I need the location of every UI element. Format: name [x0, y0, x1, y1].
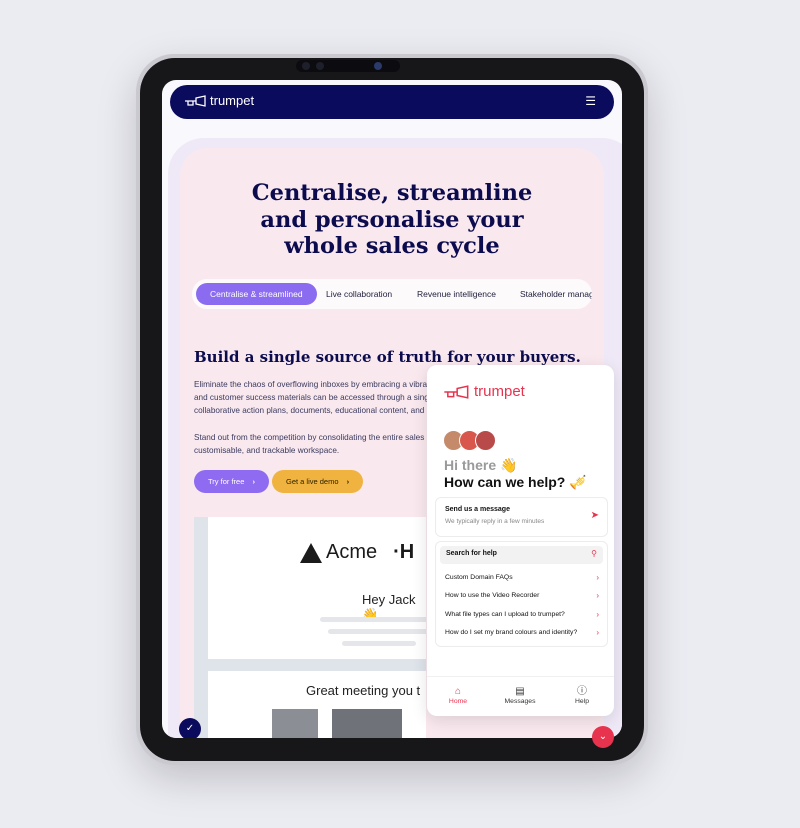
footer-label: Messages	[504, 698, 536, 705]
placeholder-line	[328, 629, 426, 634]
title-line: Centralise, streamline	[251, 180, 533, 206]
widget-footer-nav: ⌂ Home ▤ Messages ⓘ Help	[427, 676, 614, 716]
privacy-shield-icon[interactable]: ✓	[179, 718, 201, 738]
faq-item[interactable]: Custom Domain FAQs ›	[445, 573, 605, 582]
tab-revenue-intelligence[interactable]: Revenue intelligence	[417, 283, 496, 305]
footer-label: Home	[448, 698, 468, 705]
help-icon: ⓘ	[577, 686, 587, 697]
chevron-right-icon: ›	[596, 591, 599, 600]
faq-item[interactable]: How do I set my brand colours and identi…	[445, 628, 605, 637]
widget-question: How can we help? 🎺	[444, 474, 587, 490]
mockup-card: Acme ·H Hey Jack 👋	[208, 517, 426, 659]
trumpet-icon	[185, 94, 206, 107]
tab-live-collaboration[interactable]: Live collaboration	[326, 283, 392, 305]
section-paragraph: Eliminate the chaos of overflowing inbox…	[194, 378, 434, 417]
messages-icon: ▤	[515, 686, 525, 697]
placeholder-line	[342, 641, 416, 646]
feature-tabs: Centralise & streamlined Live collaborat…	[192, 279, 592, 309]
partner-logo-icon: ·H	[393, 541, 415, 563]
message-card-subtitle: We typically reply in a few minutes	[445, 518, 545, 525]
faq-label: What file types can I upload to trumpet?	[445, 611, 565, 618]
support-widget: trumpet Hi there 👋 How can we help? 🎺 Se…	[427, 365, 614, 716]
message-card-title: Send us a message	[445, 506, 510, 513]
tab-stakeholder[interactable]: Stakeholder manag	[520, 283, 592, 305]
live-demo-button[interactable]: Get a live demo ›	[272, 470, 364, 493]
chevron-right-icon: ›	[252, 477, 256, 486]
chevron-right-icon: ›	[596, 628, 599, 637]
chevron-right-icon: ›	[596, 610, 599, 619]
widget-greeting: Hi there 👋	[444, 457, 518, 473]
paragraph-line: and customer success materials can be ac…	[194, 393, 429, 402]
try-for-free-button[interactable]: Try for free ›	[194, 470, 269, 493]
sensor-icon	[302, 62, 310, 70]
help-search-card: Search for help ⚲ Custom Domain FAQs › Ho…	[435, 541, 608, 647]
acme-name: Acme	[326, 541, 378, 563]
page-title: Centralise, streamline and personalise y…	[202, 180, 582, 260]
title-line: whole sales cycle	[284, 233, 500, 259]
paragraph-line: Eliminate the chaos of overflowing inbox…	[194, 380, 428, 389]
home-icon: ⌂	[454, 686, 462, 697]
camera-bar	[296, 60, 400, 72]
send-icon: ➤	[590, 510, 599, 521]
faq-item[interactable]: What file types can I upload to trumpet?…	[445, 610, 605, 619]
tab-centralise[interactable]: Centralise & streamlined	[196, 283, 317, 305]
sensor-icon	[374, 62, 382, 70]
section-paragraph: Stand out from the competition by consol…	[194, 431, 434, 457]
paragraph-line: collaborative action plans, documents, e…	[194, 406, 425, 415]
footer-tab-home[interactable]: ⌂ Home	[428, 685, 488, 705]
faq-label: How do I set my brand colours and identi…	[445, 629, 578, 636]
top-navbar: trumpet ☰	[170, 85, 614, 119]
video-thumbnail	[332, 709, 402, 738]
avatar	[475, 430, 496, 451]
button-label: Get a live demo	[286, 477, 339, 486]
video-thumbnail	[272, 709, 318, 738]
product-mockup: Acme ·H Hey Jack 👋 Great meeting you t	[194, 517, 426, 738]
hamburger-icon[interactable]: ☰	[585, 94, 596, 108]
title-line: and personalise your	[260, 206, 524, 233]
acme-logo: Acme ·H	[300, 541, 414, 564]
footer-tab-messages[interactable]: ▤ Messages	[490, 685, 550, 705]
brand-logo[interactable]: trumpet	[184, 93, 254, 108]
section-title: Build a single source of truth for your …	[194, 348, 581, 366]
widget-brand-logo: trumpet	[443, 383, 525, 400]
paragraph-line: customisable, and trackable workspace.	[194, 446, 340, 455]
camera-icon	[316, 62, 324, 70]
mockup-meeting-text: Great meeting you t	[306, 683, 421, 698]
chevron-right-icon: ›	[346, 477, 350, 486]
faq-label: How to use the Video Recorder	[445, 592, 540, 599]
chevron-right-icon: ›	[596, 573, 599, 582]
search-label: Search for help	[446, 550, 497, 557]
trumpet-icon	[444, 384, 469, 399]
close-widget-button[interactable]: ⌄	[592, 726, 614, 748]
send-message-card[interactable]: Send us a message We typically reply in …	[435, 497, 608, 537]
paragraph-line: Stand out from the competition by consol…	[194, 433, 425, 442]
footer-tab-help[interactable]: ⓘ Help	[552, 685, 612, 705]
acme-icon	[300, 542, 322, 563]
help-search-input[interactable]: Search for help ⚲	[440, 546, 603, 564]
brand-name: trumpet	[210, 93, 255, 108]
chevron-down-icon: ⌄	[598, 731, 608, 742]
button-label: Try for free	[208, 477, 245, 486]
widget-brand-name: trumpet	[474, 383, 525, 400]
placeholder-line	[320, 617, 426, 622]
mockup-card: Great meeting you t	[208, 671, 426, 738]
faq-item[interactable]: How to use the Video Recorder ›	[445, 591, 605, 600]
faq-label: Custom Domain FAQs	[445, 574, 513, 581]
team-avatars	[443, 430, 496, 451]
footer-label: Help	[575, 698, 589, 705]
search-icon: ⚲	[591, 549, 597, 558]
